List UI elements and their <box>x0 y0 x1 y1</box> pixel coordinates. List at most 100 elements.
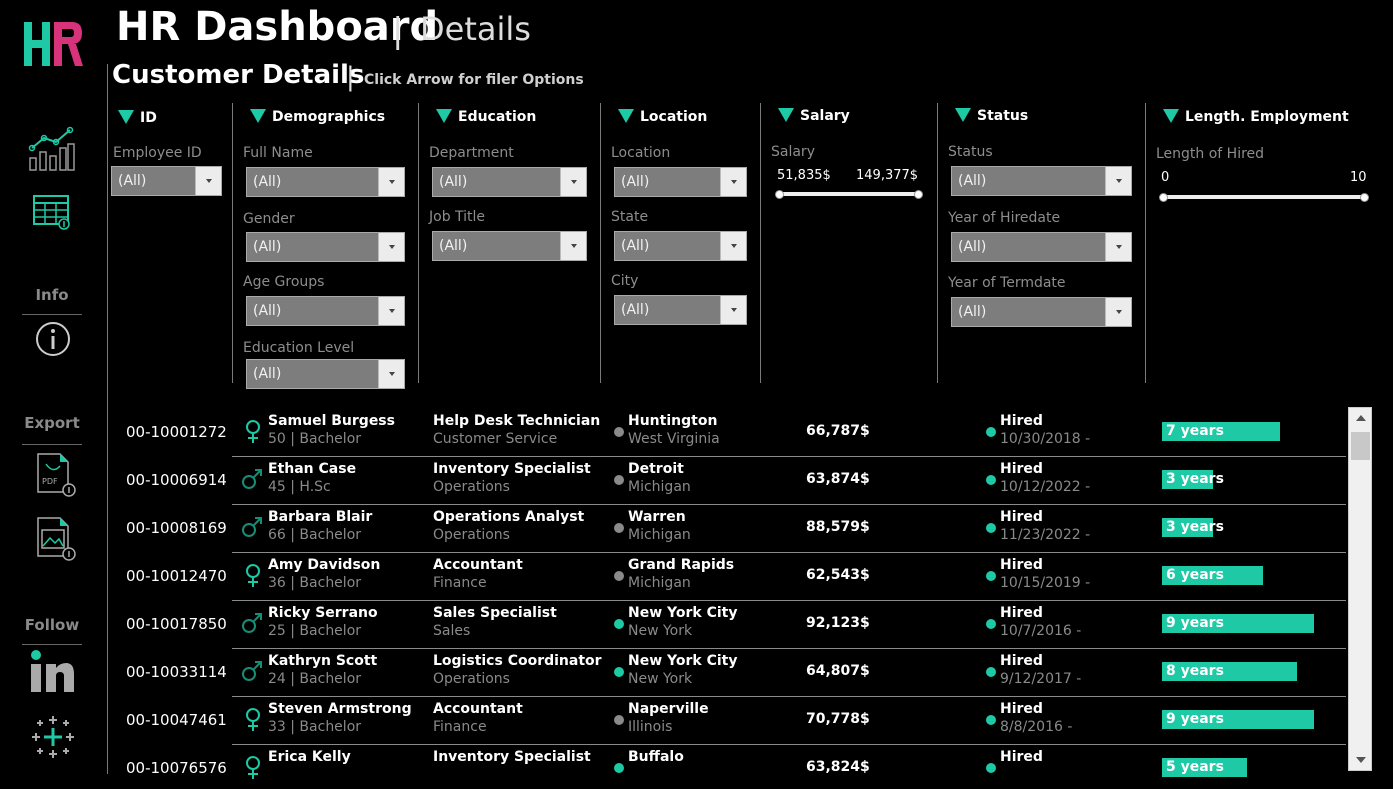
length-slider-max-handle[interactable] <box>1360 193 1369 202</box>
employee-id: 00-10076576 <box>126 759 227 777</box>
employee-name: Barbara Blair <box>268 509 373 525</box>
job-title: Sales Specialist <box>433 605 557 621</box>
filter-divider <box>1145 103 1146 383</box>
employment-length-label: 6 years <box>1166 567 1224 583</box>
location-dot <box>614 763 624 773</box>
location-dropdown[interactable]: (All) <box>614 167 747 197</box>
length-slider-min-handle[interactable] <box>1159 193 1168 202</box>
follow-divider <box>22 644 82 645</box>
chevron-down-icon[interactable] <box>378 297 404 325</box>
collapse-arrow-icon[interactable] <box>1163 109 1179 123</box>
salary-slider-max-handle[interactable] <box>914 190 923 199</box>
employee-name: Erica Kelly <box>268 749 351 765</box>
info-icon[interactable] <box>34 320 72 362</box>
salary-min-value: 51,835$ <box>777 168 831 183</box>
employee-id: 00-10001272 <box>126 423 227 441</box>
chevron-down-icon[interactable] <box>720 296 746 324</box>
employee-id-dropdown[interactable]: (All) <box>111 166 222 196</box>
employment-length-label: 9 years <box>1166 615 1224 631</box>
chevron-down-icon[interactable] <box>1105 167 1131 195</box>
city-dropdown[interactable]: (All) <box>614 295 747 325</box>
table-scrollbar[interactable] <box>1348 407 1372 771</box>
salary-slider-min-handle[interactable] <box>775 190 784 199</box>
filter-demographics-toggle[interactable]: Demographics <box>250 109 385 125</box>
year-hiredate-dropdown[interactable]: (All) <box>951 232 1132 262</box>
chevron-down-icon[interactable] <box>195 167 221 195</box>
salary: 88,579$ <box>806 519 870 535</box>
department: Sales <box>433 623 471 639</box>
state: Michigan <box>628 479 691 495</box>
salary: 92,123$ <box>806 615 870 631</box>
employee-name: Samuel Burgess <box>268 413 395 429</box>
collapse-arrow-icon[interactable] <box>955 108 971 122</box>
scroll-up-icon[interactable] <box>1356 415 1366 421</box>
section-hint: Click Arrow for filer Options <box>364 72 584 88</box>
full-name-label: Full Name <box>243 145 313 161</box>
info-divider <box>22 314 82 315</box>
filter-id-toggle[interactable]: ID <box>118 110 157 126</box>
full-name-dropdown[interactable]: (All) <box>246 167 405 197</box>
filter-status-toggle[interactable]: Status <box>955 108 1028 124</box>
collapse-arrow-icon[interactable] <box>778 108 794 122</box>
collapse-arrow-icon[interactable] <box>118 110 134 124</box>
filter-location-toggle[interactable]: Location <box>618 109 707 125</box>
status: Hired <box>1000 749 1043 765</box>
charts-icon[interactable] <box>28 124 76 176</box>
chevron-down-icon[interactable] <box>720 232 746 260</box>
city: Detroit <box>628 461 684 477</box>
chevron-down-icon[interactable] <box>720 168 746 196</box>
image-download-icon[interactable] <box>34 516 78 566</box>
employee-id: 00-10047461 <box>126 711 227 729</box>
male-icon <box>241 516 263 542</box>
employee-age-education: 36 | Bachelor <box>268 575 362 591</box>
status-dot <box>986 523 996 533</box>
employee-age-education: 33 | Bachelor <box>268 719 362 735</box>
job-title: Accountant <box>433 557 523 573</box>
row-divider <box>232 600 1346 601</box>
chevron-down-icon[interactable] <box>378 168 404 196</box>
filter-divider <box>760 103 761 383</box>
chevron-down-icon[interactable] <box>378 360 404 388</box>
salary-slider-track[interactable] <box>779 192 920 196</box>
chevron-down-icon[interactable] <box>560 232 586 260</box>
filter-education-toggle[interactable]: Education <box>436 109 536 125</box>
filter-salary-toggle[interactable]: Salary <box>778 108 850 124</box>
status: Hired <box>1000 509 1043 525</box>
employment-length-label: 5 years <box>1166 759 1224 775</box>
state-dropdown[interactable]: (All) <box>614 231 747 261</box>
chevron-down-icon[interactable] <box>1105 298 1131 326</box>
collapse-arrow-icon[interactable] <box>618 109 634 123</box>
linkedin-icon[interactable] <box>30 650 76 700</box>
year-termdate-label: Year of Termdate <box>948 275 1066 291</box>
age-groups-dropdown[interactable]: (All) <box>246 296 405 326</box>
status-dropdown[interactable]: (All) <box>951 166 1132 196</box>
filter-length-toggle[interactable]: Length. Employment <box>1163 109 1349 125</box>
scroll-thumb[interactable] <box>1351 432 1370 460</box>
chevron-down-icon[interactable] <box>1105 233 1131 261</box>
education-level-dropdown[interactable]: (All) <box>246 359 405 389</box>
year-hiredate-label: Year of Hiredate <box>948 210 1061 226</box>
chevron-down-icon[interactable] <box>560 168 586 196</box>
collapse-arrow-icon[interactable] <box>436 109 452 123</box>
employee-age-education: 66 | Bachelor <box>268 527 362 543</box>
gender-dropdown[interactable]: (All) <box>246 232 405 262</box>
chevron-down-icon[interactable] <box>378 233 404 261</box>
length-slider-track[interactable] <box>1163 195 1367 199</box>
pdf-download-icon[interactable]: PDF <box>34 452 78 502</box>
hire-date: 8/8/2016 - <box>1000 719 1073 735</box>
scroll-down-icon[interactable] <box>1356 757 1366 763</box>
job-title-dropdown[interactable]: (All) <box>432 231 587 261</box>
city: New York City <box>628 653 738 669</box>
department-dropdown[interactable]: (All) <box>432 167 587 197</box>
location-label: Location <box>611 145 671 161</box>
status-dot <box>986 715 996 725</box>
status: Hired <box>1000 557 1043 573</box>
tableau-icon[interactable] <box>30 714 76 764</box>
collapse-arrow-icon[interactable] <box>250 109 266 123</box>
job-title: Inventory Specialist <box>433 749 591 765</box>
row-divider <box>232 648 1346 649</box>
employee-id: 00-10012470 <box>126 567 227 585</box>
city: Grand Rapids <box>628 557 735 573</box>
year-termdate-dropdown[interactable]: (All) <box>951 297 1132 327</box>
table-icon[interactable] <box>32 194 72 234</box>
